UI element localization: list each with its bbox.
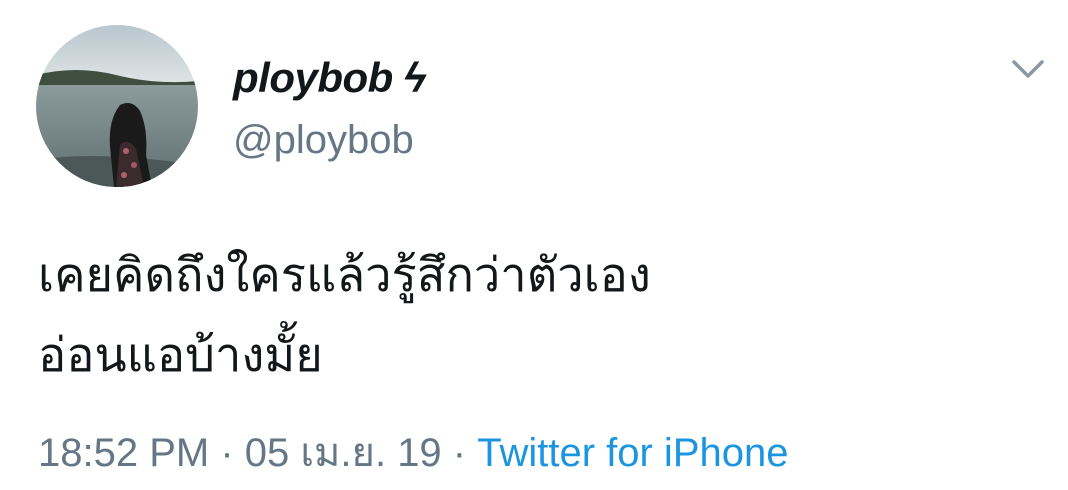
avatar[interactable] <box>36 25 198 187</box>
meta-separator: · <box>441 431 478 475</box>
meta-separator: · <box>209 431 245 475</box>
display-name[interactable]: ploybob ϟ <box>233 54 426 102</box>
tweet-meta: 18:52 PM · 05 เม.ย. 19 · Twitter for iPh… <box>38 420 788 484</box>
tweet-card: ploybob ϟ @ploybob เคยคิดถึงใครแล้วรู้สึ… <box>0 0 1068 490</box>
avatar-image <box>36 25 198 187</box>
tweet-text: เคยคิดถึงใครแล้วรู้สึกว่าตัวเอง อ่อนแอบ้… <box>38 236 1028 396</box>
chevron-down-icon[interactable] <box>1010 56 1046 84</box>
tweet-text-line: อ่อนแอบ้างมั้ย <box>38 328 323 383</box>
tweet-time[interactable]: 18:52 PM <box>38 431 209 475</box>
tweet-text-line: เคยคิดถึงใครแล้วรู้สึกว่าตัวเอง <box>38 248 651 303</box>
tweet-source-link[interactable]: Twitter for iPhone <box>477 431 788 475</box>
tweet-date[interactable]: 05 เม.ย. 19 <box>245 431 442 475</box>
user-handle[interactable]: @ploybob <box>233 118 414 163</box>
